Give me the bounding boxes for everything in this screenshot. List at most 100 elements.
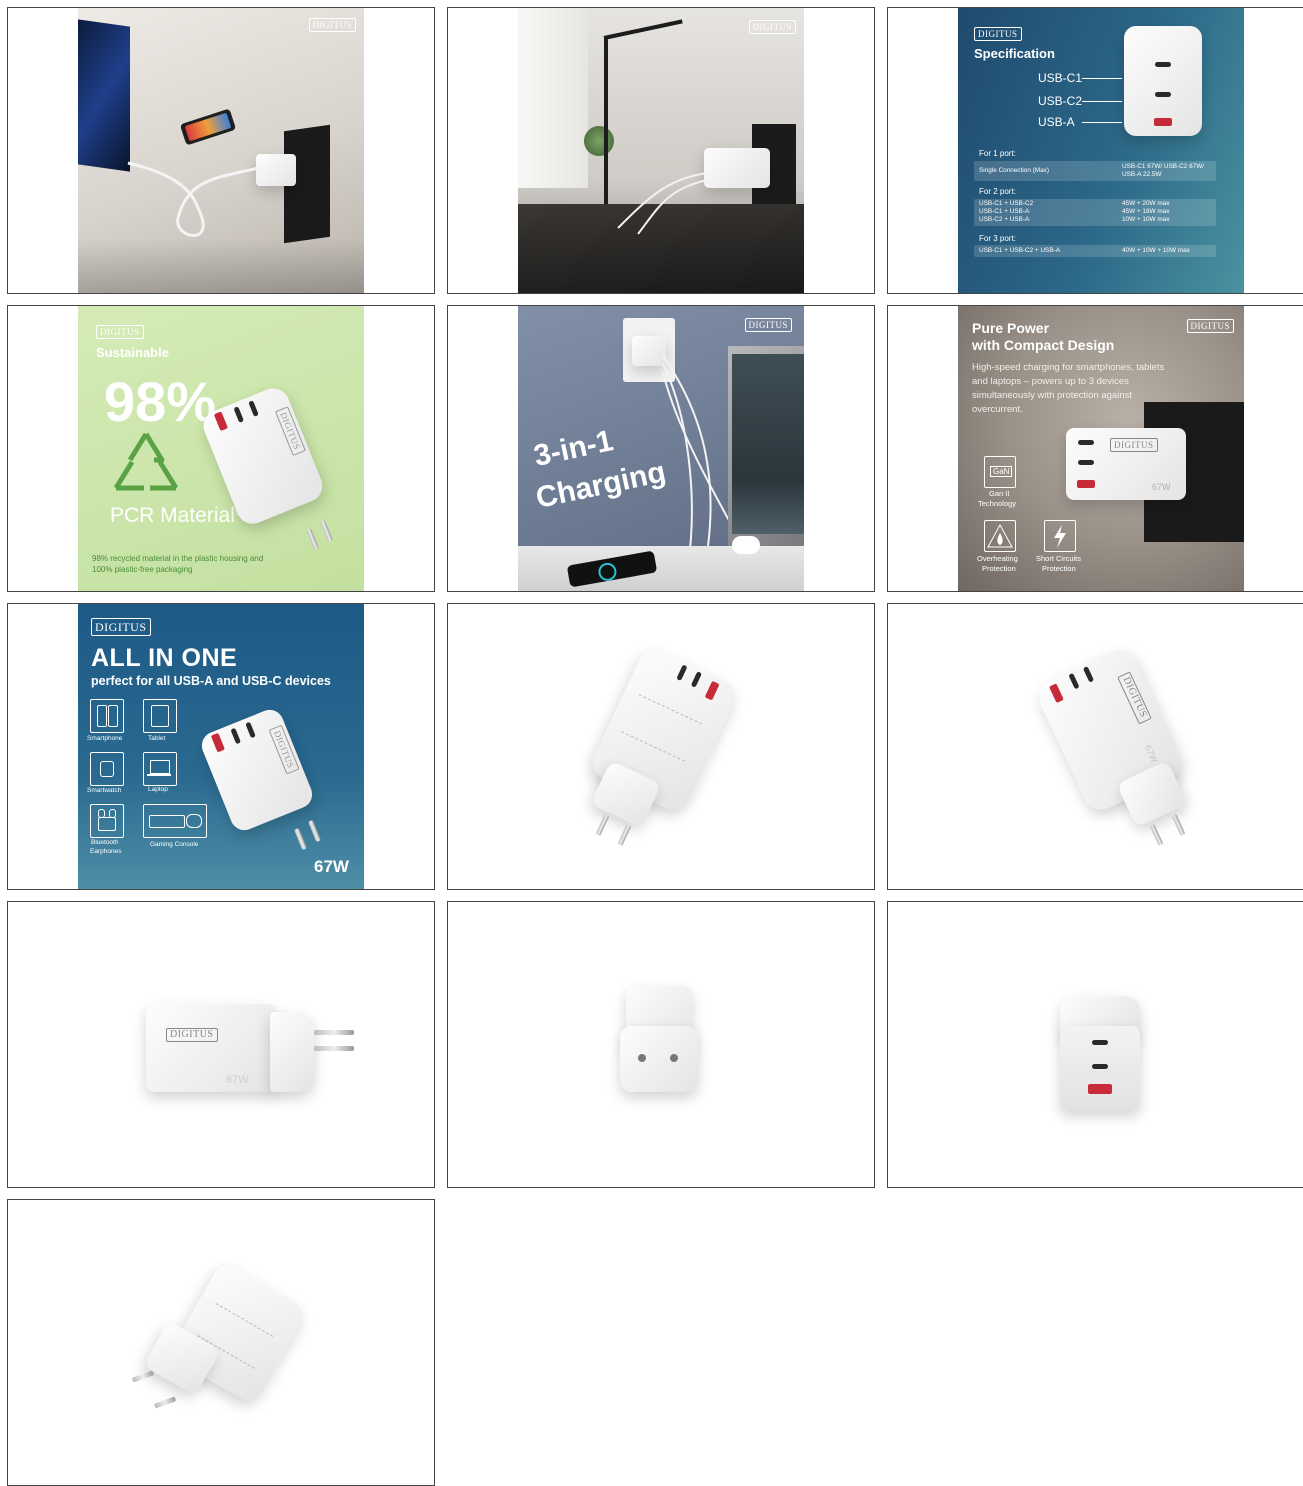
spec-panel: DIGITUS Specification USB-C1 USB-C2 USB-… xyxy=(958,8,1244,293)
gallery-cell-5[interactable]: DIGITUS 3-in-1 Charging xyxy=(447,305,875,592)
device-label: Smartphone xyxy=(87,735,123,742)
cables xyxy=(617,172,709,235)
footnote-line-1: 98% recycled material in the plastic hou… xyxy=(92,554,264,563)
plug-pin xyxy=(294,827,307,851)
usb-c-port xyxy=(1082,666,1095,683)
body-line-4: overcurrent. xyxy=(972,404,1023,415)
desk xyxy=(518,546,804,591)
feature-label: Overheating xyxy=(977,554,1018,563)
usb-c1-port xyxy=(1155,62,1171,67)
gallery-cell-4[interactable]: DIGITUS Sustainable 98% PCR Material* DI… xyxy=(7,305,435,592)
gallery-cell-12[interactable] xyxy=(887,901,1303,1188)
brand-logo: DIGITUS xyxy=(1110,438,1158,452)
wattage: 67W xyxy=(1152,482,1171,492)
plant xyxy=(584,126,614,156)
gallery-cell-13[interactable] xyxy=(7,1199,435,1486)
plug-pin xyxy=(617,823,632,847)
usb-c2-port xyxy=(1078,460,1094,465)
percent-value: 98% xyxy=(104,370,217,433)
gallery-cell-11[interactable] xyxy=(447,901,875,1188)
leader-line-a xyxy=(1082,122,1122,123)
spec-heading-3: For 3 port: xyxy=(979,234,1016,243)
device-label: Bluetooth xyxy=(91,839,119,846)
product-bottom xyxy=(78,1200,364,1485)
usb-a-port xyxy=(1048,683,1064,704)
laptop-icon xyxy=(143,752,177,786)
usb-c1-port xyxy=(1078,440,1094,445)
feature-label: Short Circuits xyxy=(1036,554,1082,563)
gallery-cell-9[interactable]: DIGITUS 67W xyxy=(887,603,1303,890)
body-line-2: and laptops – powers up to 3 devices xyxy=(972,376,1129,387)
plug-base xyxy=(620,1026,698,1092)
device-label: Laptop xyxy=(148,786,168,793)
device-label: Earphones xyxy=(90,848,122,855)
feature-label: Gan II xyxy=(989,489,1010,498)
brand-logo: DIGITUS xyxy=(744,318,792,332)
cable xyxy=(127,161,259,237)
headline: ALL IN ONE xyxy=(91,644,238,672)
brand-logo: DIGITUS xyxy=(308,18,356,32)
photo-desk-laptop: DIGITUS xyxy=(78,8,364,293)
earphones-icon xyxy=(90,804,124,838)
gallery-cell-7[interactable]: DIGITUS ALL IN ONE perfect for all USB-A… xyxy=(7,603,435,890)
usb-c-port xyxy=(676,664,688,682)
window-light xyxy=(518,8,588,188)
product-back xyxy=(518,902,804,1187)
usb-c2-port xyxy=(1092,1064,1108,1069)
gallery-cell-2[interactable]: DIGITUS xyxy=(447,7,875,294)
brand-logo: DIGITUS xyxy=(1117,671,1152,724)
spec-row: USB-C1 + USB-C2 45W + 20W max USB-C1 + U… xyxy=(974,199,1216,226)
brand-logo: DIGITUS xyxy=(1186,319,1234,333)
photo-desk-lamp: DIGITUS xyxy=(518,8,804,293)
spec-row: USB-C1 + USB-C2 + USB-A 40W + 10W + 10W … xyxy=(974,245,1216,257)
device-label: Gaming Console xyxy=(150,841,199,848)
feature-label: Technology xyxy=(978,499,1016,508)
tablet-icon xyxy=(143,699,177,733)
usb-c-port xyxy=(230,727,242,745)
feature-label: Protection xyxy=(1042,564,1076,573)
title-line-2: with Compact Design xyxy=(972,337,1115,353)
usb-a-port xyxy=(704,680,720,701)
charger: DIGITUS 67W xyxy=(1066,428,1186,500)
device-label: Smartwatch xyxy=(87,787,122,794)
gallery-cell-6[interactable]: DIGITUS Pure Power with Compact Design H… xyxy=(887,305,1303,592)
spec-heading-2: For 2 port: xyxy=(979,187,1016,196)
usb-a-port xyxy=(213,411,228,432)
gallery-cell-1[interactable]: DIGITUS xyxy=(7,7,435,294)
gallery-cell-8[interactable] xyxy=(447,603,875,890)
sustainable-title: Sustainable xyxy=(96,345,169,360)
brand-logo: DIGITUS xyxy=(91,618,151,636)
product-angle-right: DIGITUS 67W xyxy=(958,604,1244,889)
product-angle-left xyxy=(518,604,804,889)
gallery-cell-3[interactable]: DIGITUS Specification USB-C1 USB-C2 USB-… xyxy=(887,7,1303,294)
smartwatch-icon xyxy=(90,752,124,786)
wattage: 67W xyxy=(226,1074,249,1086)
usb-a-port xyxy=(1077,480,1095,488)
usb-c1-port xyxy=(1092,1040,1108,1045)
flame-icon xyxy=(984,520,1016,552)
plug-pin xyxy=(314,1046,354,1051)
plug-pin xyxy=(1171,813,1186,837)
charger-face xyxy=(1060,1026,1140,1110)
spec-title: Specification xyxy=(974,46,1055,61)
usb-c-port xyxy=(245,721,256,739)
plug-pin xyxy=(306,527,319,551)
port-label-c1: USB-C1 xyxy=(1038,71,1083,85)
body-line-1: High-speed charging for smartphones, tab… xyxy=(972,362,1165,373)
feature-label: Protection xyxy=(982,564,1016,573)
shadow-floor xyxy=(78,238,364,293)
brand-logo: DIGITUS xyxy=(166,1028,218,1042)
brand-logo: DIGITUS xyxy=(274,406,306,456)
pin-tip xyxy=(638,1054,646,1062)
smartphone-icon xyxy=(90,699,124,733)
usb-a-port xyxy=(210,732,225,753)
brand-logo: DIGITUS xyxy=(974,27,1022,41)
port-label-a: USB-A xyxy=(1038,115,1075,129)
title-line-1: Pure Power xyxy=(972,320,1050,336)
product-front xyxy=(958,902,1244,1187)
laptop-screen xyxy=(732,354,804,534)
gallery-cell-10[interactable]: DIGITUS 67W xyxy=(7,901,435,1188)
label-text xyxy=(621,694,703,762)
charger-tilted: DIGITUS xyxy=(197,705,317,835)
wattage: 67W xyxy=(1142,743,1160,765)
